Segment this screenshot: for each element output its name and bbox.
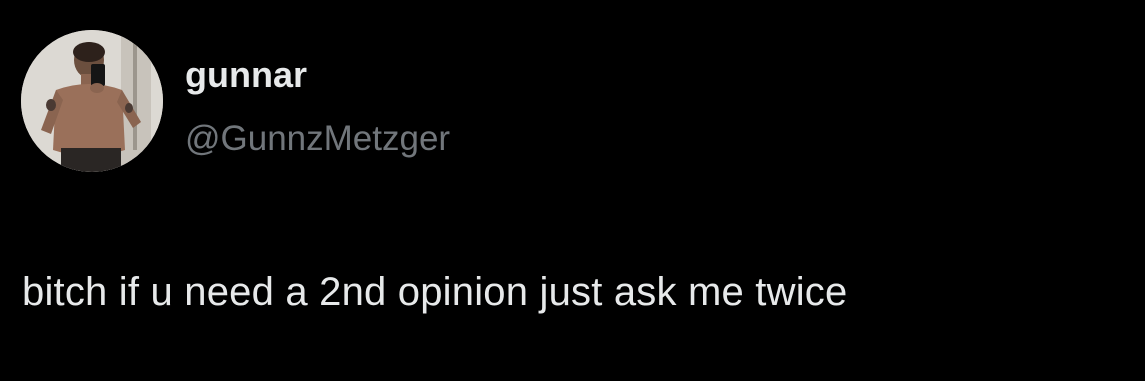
profile-photo-icon bbox=[21, 30, 163, 172]
display-name[interactable]: gunnar bbox=[185, 53, 307, 97]
user-handle[interactable]: @GunnzMetzger bbox=[185, 117, 450, 161]
tweet-card: gunnar @GunnzMetzger bitch if u need a 2… bbox=[0, 0, 1145, 381]
tweet-text: bitch if u need a 2nd opinion just ask m… bbox=[22, 270, 848, 314]
avatar[interactable] bbox=[21, 30, 163, 172]
